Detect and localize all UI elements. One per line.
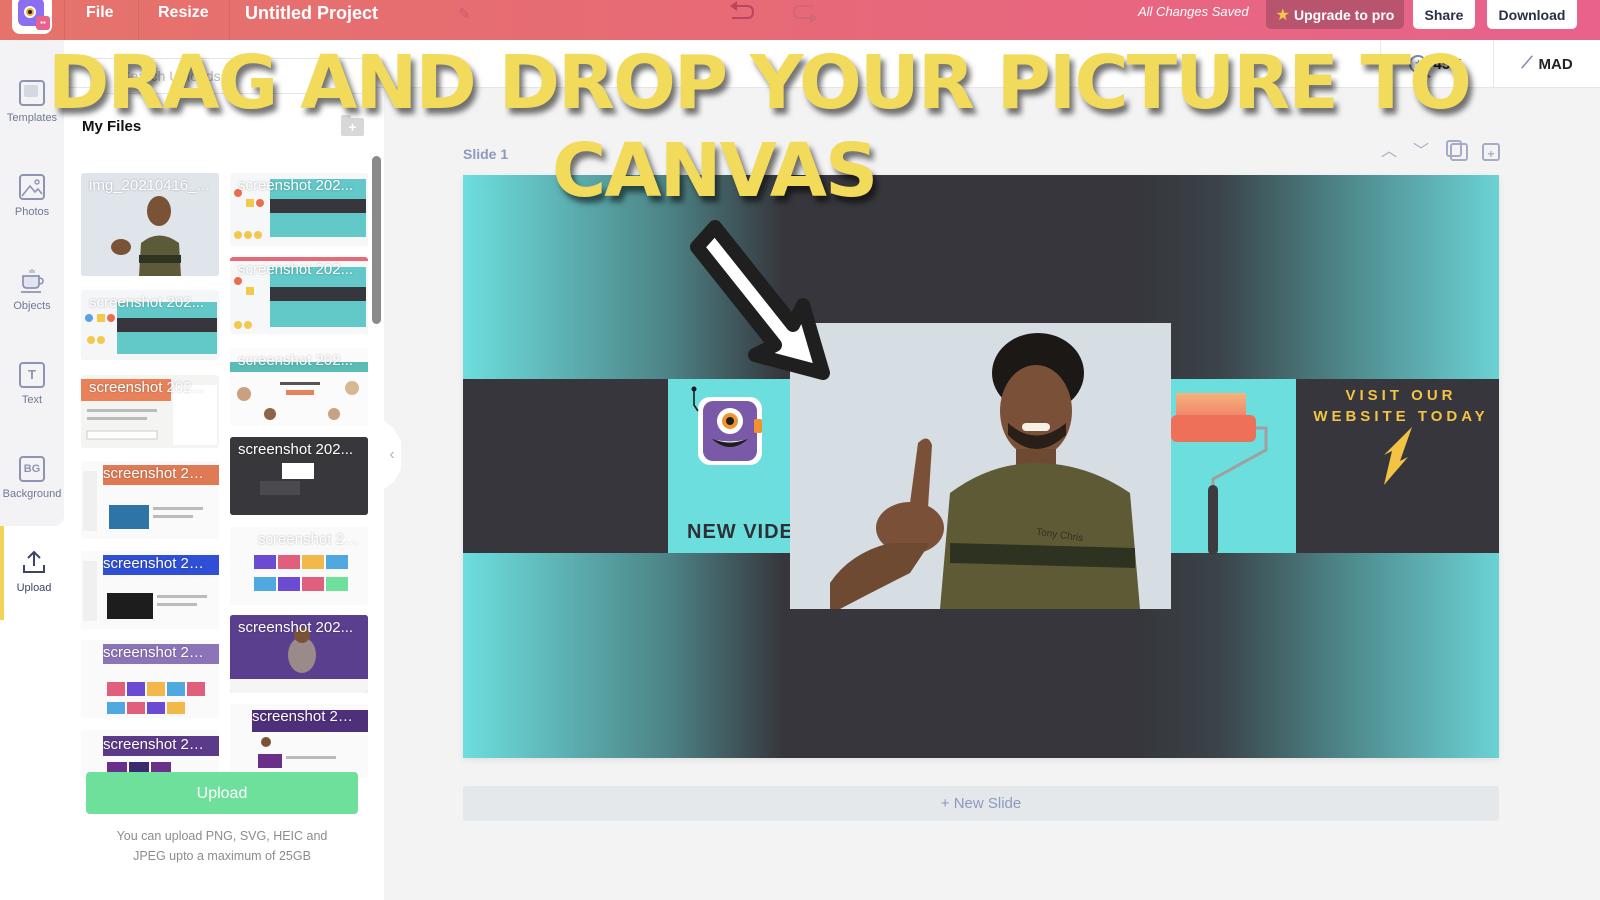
file-thumbnail[interactable]: screenshot 202...	[230, 437, 368, 515]
file-thumbnail[interactable]: screenshot 202...	[81, 551, 219, 629]
file-name: screenshot 202...	[103, 465, 219, 482]
mascot-sticker-icon[interactable]	[688, 385, 768, 469]
upgrade-label: Upgrade to pro	[1294, 6, 1395, 23]
file-name: screenshot 202...	[238, 261, 354, 278]
lightning-arrow-icon[interactable]	[1378, 425, 1418, 485]
file-name: img_20210416_...	[89, 177, 210, 194]
file-name: screenshot 202...	[238, 177, 354, 194]
sidebar-item-label: Background	[2, 488, 62, 500]
file-thumbnail[interactable]: screenshot 202...	[81, 640, 219, 718]
share-button[interactable]: Share	[1413, 0, 1475, 29]
paint-roller-icon[interactable]	[1171, 385, 1271, 555]
sidebar-item-upload[interactable]: Upload	[0, 526, 64, 620]
sidebar-item-label: Objects	[13, 300, 51, 312]
duplicate-slide-icon[interactable]	[1446, 140, 1468, 161]
file-name: screenshot 202...	[238, 441, 354, 458]
redo-icon[interactable]	[790, 0, 820, 26]
objects-icon	[19, 268, 45, 294]
sidebar-item-label: Upload	[16, 582, 52, 594]
project-title[interactable]: Untitled Project	[245, 0, 378, 40]
file-thumbnail[interactable]: screenshot 202...	[81, 290, 219, 360]
file-thumbnail[interactable]: screenshot 202...	[81, 375, 219, 448]
file-thumbnail[interactable]: screenshot 202...	[230, 257, 368, 334]
file-name: screenshot 202...	[238, 619, 354, 636]
move-up-icon[interactable]: ︿	[1380, 143, 1398, 161]
sidebar-item-objects[interactable]: Objects	[0, 268, 64, 348]
file-thumbnail[interactable]: screenshot 202...	[230, 615, 368, 693]
file-thumbnail[interactable]: screenshot 202...	[230, 527, 368, 605]
file-thumbnail[interactable]: screenshot 202...	[230, 348, 368, 426]
collapse-panel-button[interactable]: ‹	[383, 420, 401, 490]
slide-toolbar: ︿ ﹀ +	[1380, 140, 1500, 161]
divider	[138, 0, 139, 40]
logo-eye-icon	[24, 6, 36, 18]
undo-icon[interactable]	[727, 0, 757, 26]
resize-menu[interactable]: Resize	[158, 0, 209, 40]
visit-line: VISIT OUR	[1345, 387, 1457, 404]
move-down-icon[interactable]: ﹀	[1412, 143, 1430, 161]
file-menu[interactable]: File	[86, 0, 114, 40]
divider	[64, 0, 65, 40]
file-thumbnail[interactable]: screenshot 202...	[81, 730, 219, 778]
overlay-line-1: DRAG AND DROP YOUR PICTURE TO	[48, 40, 1472, 126]
upgrade-button[interactable]: ★ Upgrade to pro	[1266, 0, 1404, 29]
panel-scrollbar[interactable]	[372, 156, 381, 324]
sidebar-item-background[interactable]: BG Background	[0, 456, 64, 536]
file-name: screenshot 202...	[103, 644, 219, 661]
file-name: screenshot 202...	[238, 352, 354, 369]
add-slide-icon[interactable]: +	[1482, 143, 1500, 161]
photos-icon	[19, 174, 45, 200]
background-icon: BG	[19, 456, 45, 482]
grid-icon: ▪▪	[36, 16, 50, 30]
file-thumbnail[interactable]: screenshot 202...	[230, 704, 368, 778]
file-name: screenshot 202...	[103, 555, 219, 572]
file-thumbnail[interactable]: screenshot 202...	[230, 173, 368, 246]
person-photo-image	[790, 323, 1171, 609]
upload-note-line: You can upload PNG, SVG, HEIC and	[116, 829, 328, 843]
save-status: All Changes Saved	[1138, 4, 1249, 19]
overlay-line-2: CANVAS	[552, 128, 878, 214]
visit-line: WEBSITE TODAY	[1313, 408, 1489, 425]
visit-website-text[interactable]: VISIT OUR WEBSITE TODAY	[1311, 385, 1491, 427]
top-bar: ▪▪ File Resize Untitled Project ✎ All Ch…	[0, 0, 1600, 40]
slide-label: Slide 1	[463, 146, 509, 162]
slide-canvas[interactable]: NEW VIDEO VISIT OUR WEBSITE TODAY Tony C…	[463, 175, 1499, 758]
magic-resize-button[interactable]: ⟋ MAD	[1493, 40, 1600, 88]
file-name: screenshot 202...	[89, 294, 205, 311]
upload-button[interactable]: Upload	[86, 772, 358, 814]
app-logo[interactable]: ▪▪	[12, 0, 52, 34]
sidebar-item-label: Text	[21, 394, 43, 406]
pointing-arrow-icon	[690, 220, 830, 380]
templates-icon	[19, 80, 45, 106]
upload-note: You can upload PNG, SVG, HEIC and JPEG u…	[86, 826, 358, 866]
divider	[229, 0, 230, 40]
sidebar-item-photos[interactable]: Photos	[0, 174, 64, 254]
file-name: screenshot 202...	[252, 708, 368, 725]
file-name: screenshot 202...	[103, 736, 219, 753]
file-thumbnail[interactable]: screenshot 202...	[81, 461, 219, 539]
magic-wand-icon: ⟋	[1521, 55, 1533, 72]
magic-label: MAD	[1538, 55, 1573, 73]
sidebar-item-label: Photos	[14, 206, 50, 218]
sidebar-item-text[interactable]: T Text	[0, 362, 64, 442]
file-name: screenshot 202...	[258, 531, 368, 548]
upload-note-line: JPEG upto a maximum of 25GB	[133, 849, 311, 863]
upload-icon	[21, 550, 47, 576]
uploaded-photo[interactable]: Tony Chris	[790, 323, 1171, 609]
text-icon: T	[19, 362, 45, 388]
download-button[interactable]: Download	[1487, 0, 1577, 29]
new-slide-button[interactable]: + New Slide	[463, 786, 1499, 821]
file-thumbnail[interactable]: img_20210416_...	[81, 173, 219, 276]
star-icon: ★	[1275, 6, 1290, 24]
file-name: screenshot 202...	[89, 379, 205, 396]
pencil-icon[interactable]: ✎	[458, 5, 471, 23]
